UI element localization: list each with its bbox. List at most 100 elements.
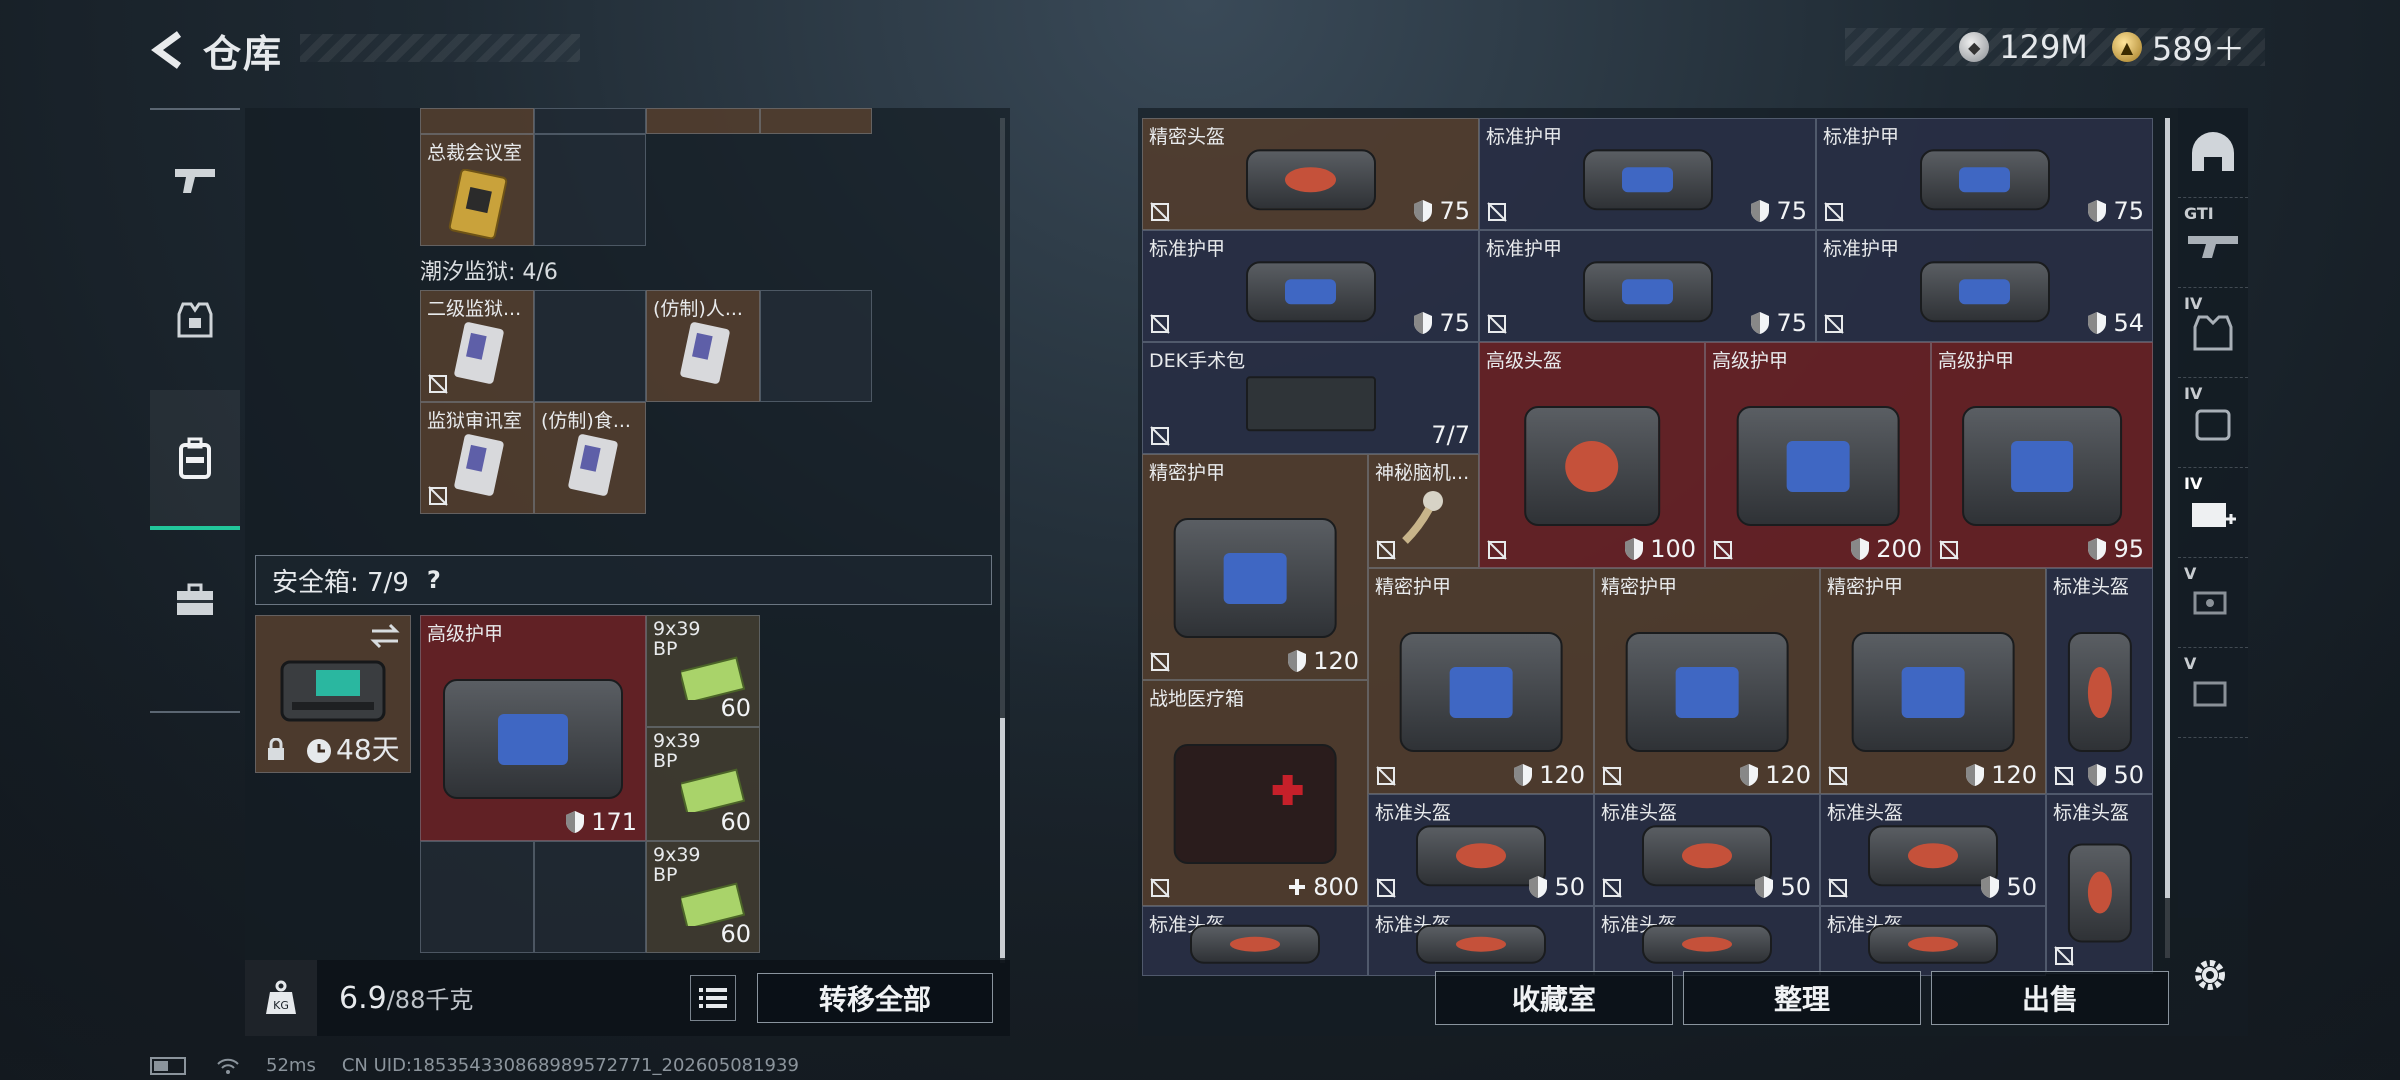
list-view-button[interactable] (690, 975, 736, 1021)
inventory-scrollbar[interactable] (1000, 118, 1005, 963)
keycard-item[interactable]: 总裁会议室 (420, 134, 534, 246)
filter-helmet[interactable] (2178, 108, 2248, 198)
warehouse-item[interactable]: 标准护甲 75 (1816, 118, 2153, 230)
partial-card[interactable] (646, 108, 760, 134)
item-value: 7/7 (1431, 421, 1470, 449)
filter-tier5-item[interactable]: V (2178, 558, 2248, 648)
heal-plus-icon (1289, 879, 1306, 895)
warehouse-item[interactable]: 标准护甲 54 (1816, 230, 2153, 342)
partial-card[interactable] (760, 108, 872, 134)
filter-tier4-armor[interactable]: IV (2178, 288, 2248, 378)
keycard-item[interactable]: 监狱审讯室 (420, 402, 534, 514)
partial-card[interactable] (420, 108, 534, 134)
shield-icon (1414, 312, 1433, 334)
warehouse-item[interactable]: 标准头盔 (2046, 794, 2153, 974)
not-tradeable-icon (1713, 540, 1733, 560)
warehouse-item[interactable]: 战地医疗箱 800 (1142, 680, 1368, 906)
warehouse-item[interactable]: 标准头盔 50 (1820, 794, 2046, 906)
safe-item-ammo[interactable]: 9x39 BP 60 (646, 841, 760, 953)
nav-case[interactable] (150, 530, 240, 670)
item-value: 120 (1287, 647, 1359, 675)
warehouse-item[interactable]: 标准头盔 (1594, 906, 1820, 976)
item-value: 75 (1413, 197, 1470, 225)
nav-gear[interactable] (150, 250, 240, 390)
filter-tier4-backpack[interactable]: IV (2178, 378, 2248, 468)
item-name: 标准头盔 (1601, 802, 1678, 824)
warehouse-item[interactable]: 标准护甲 75 (1142, 230, 1479, 342)
item-name: 标准头盔 (2053, 576, 2130, 598)
item-name: 标准护甲 (1486, 126, 1563, 148)
warehouse-item[interactable]: 精密护甲 120 (1368, 568, 1594, 794)
warehouse-item[interactable]: 标准护甲 75 (1479, 230, 1816, 342)
safe-item-ammo[interactable]: 9x39 BP 60 (646, 727, 760, 841)
shield-icon (1625, 538, 1644, 560)
back-arrow-icon[interactable] (145, 28, 189, 72)
armor-icon (1736, 406, 1900, 527)
warehouse-item[interactable]: 精密护甲 120 (1594, 568, 1820, 794)
warehouse-item[interactable]: 高级护甲 95 (1931, 342, 2153, 568)
currency-gold[interactable]: ▲ 589＋ (2111, 24, 2245, 70)
transfer-all-button[interactable]: 转移全部 (757, 973, 993, 1023)
warehouse-item[interactable]: DEK手术包 7/7 (1142, 342, 1479, 454)
currency-gold-value: 589＋ (2151, 30, 2245, 68)
organize-button[interactable]: 整理 (1683, 971, 1921, 1025)
brain-chip-icon (1401, 490, 1443, 544)
item-value: 800 (1287, 873, 1359, 901)
armor-icon (1173, 518, 1337, 639)
white-keycard-icon (680, 322, 730, 384)
warehouse-item[interactable]: 标准头盔 (1820, 906, 2046, 976)
warehouse-item[interactable]: 神秘脑机... (1368, 454, 1479, 568)
warehouse-item[interactable]: 高级头盔 100 (1479, 342, 1705, 568)
filter-tier5-box[interactable]: V (2178, 648, 2248, 738)
helmet-icon (1868, 925, 1998, 964)
safe-item-armor[interactable]: 高级护甲 171 (420, 615, 646, 841)
warehouse-item[interactable]: 高级护甲 200 (1705, 342, 1931, 568)
tier5-item-icon (2193, 591, 2227, 614)
settings-gear-icon[interactable] (2188, 953, 2232, 997)
empty-slot (534, 290, 646, 402)
help-icon[interactable]: ? (427, 566, 441, 594)
nav-weapons[interactable] (150, 110, 240, 250)
warehouse-item[interactable]: 标准头盔 50 (1368, 794, 1594, 906)
keycard-item[interactable]: (仿制)食... (534, 402, 646, 514)
not-tradeable-icon (428, 374, 448, 394)
warehouse-item[interactable]: 精密护甲 120 (1142, 454, 1368, 680)
inventory-scroll-thumb[interactable] (1000, 718, 1005, 958)
warehouse-item[interactable]: 精密护甲 120 (1820, 568, 2046, 794)
item-value: 120 (1739, 761, 1811, 789)
warehouse-item[interactable]: 精密头盔 75 (1142, 118, 1479, 230)
item-name: 高级护甲 (1938, 350, 2015, 372)
filter-tier4-medkit[interactable]: IV (2178, 468, 2248, 558)
swap-icon[interactable] (368, 622, 402, 650)
empty-slot (760, 290, 872, 402)
warehouse-scrollbar[interactable] (2165, 118, 2170, 958)
sell-button[interactable]: 出售 (1931, 971, 2169, 1025)
safe-item-ammo[interactable]: 9x39 BP 60 (646, 615, 760, 727)
warehouse-item[interactable]: 标准头盔 (1368, 906, 1594, 976)
item-value: 75 (1413, 309, 1470, 337)
warehouse-item[interactable]: 标准头盔 50 (2046, 568, 2153, 794)
tier4-armor-icon (2193, 315, 2233, 350)
quantity: 60 (720, 808, 751, 836)
safe-box-container[interactable]: 48天 (255, 615, 411, 773)
item-name: 精密护甲 (1149, 462, 1226, 484)
not-tradeable-icon (1376, 766, 1396, 786)
keycard-item[interactable]: (仿制)人... (646, 290, 760, 402)
item-value: 95 (2087, 535, 2144, 563)
warehouse-scroll-thumb[interactable] (2165, 118, 2170, 898)
weight-readout: 6.9/88千克 (339, 981, 474, 1016)
white-keycard-icon (568, 434, 618, 496)
helmet-icon (2067, 632, 2132, 753)
keycard-item[interactable]: 二级监狱... (420, 290, 534, 402)
warehouse-item[interactable]: 标准头盔 50 (1594, 794, 1820, 906)
item-value: 75 (1750, 197, 1807, 225)
status-bar: 52ms CN UID:18535433086898957277​1_20260… (150, 1055, 799, 1076)
warehouse-item[interactable]: 标准护甲 75 (1479, 118, 1816, 230)
nav-backpack[interactable] (150, 390, 240, 530)
collection-room-button[interactable]: 收藏室 (1435, 971, 1673, 1025)
clock-icon (307, 739, 331, 763)
item-value: 100 (1624, 535, 1696, 563)
warehouse-item[interactable]: 标准头盔 (1142, 906, 1368, 976)
currency-silver[interactable]: ◆ 129M (1959, 28, 2088, 66)
filter-gti[interactable]: GTI (2178, 198, 2248, 288)
